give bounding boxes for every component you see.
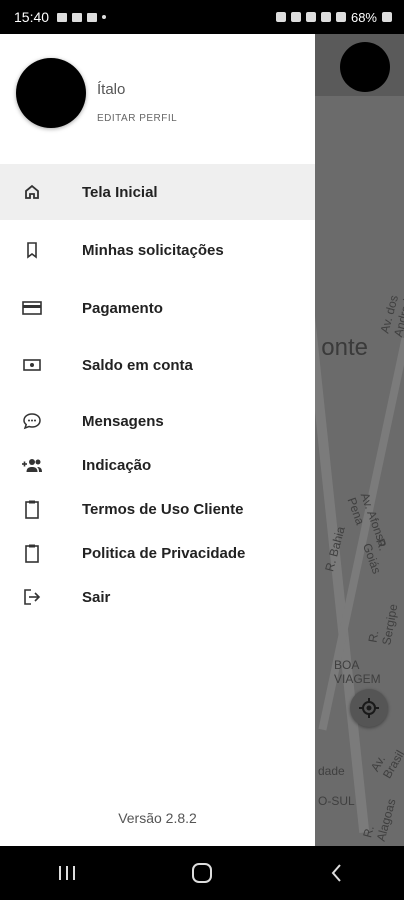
map-area-label: dade [318, 764, 345, 778]
add-people-icon [21, 454, 43, 476]
home-icon [21, 181, 43, 203]
money-icon [21, 354, 43, 376]
menu-item-label: Tela Inicial [82, 183, 158, 201]
menu-item-home[interactable]: Tela Inicial [0, 164, 315, 220]
location-icon [305, 12, 316, 22]
map-city-label: onte [321, 334, 368, 361]
map-street-label: Av. Brasil [367, 747, 404, 781]
home-button[interactable] [172, 853, 232, 893]
map-area-label: BOA VIAGEM [334, 658, 381, 686]
map-street-label: Av. dos Andradas [377, 285, 404, 339]
app-version: Versão 2.8.2 [118, 810, 197, 826]
my-location-button[interactable] [350, 689, 388, 727]
recent-apps-button[interactable] [37, 853, 97, 893]
menu-item-label: Politica de Privacidade [82, 544, 246, 562]
map-street-label: R. Sergipe [365, 602, 401, 647]
chat-bubble-icon [21, 410, 43, 432]
map-street-label: R. Bahia [322, 524, 348, 574]
wifi-icon [320, 12, 331, 22]
alarm-icon [275, 12, 286, 22]
map-area-label: O-SUL [318, 794, 355, 808]
back-chevron-icon [331, 864, 341, 882]
system-navigation-bar [0, 846, 404, 900]
map-avatar[interactable] [340, 42, 390, 92]
map-street-label: R. Goiás [359, 536, 391, 576]
menu-item-logout[interactable]: Sair [0, 569, 315, 625]
menu-item-label: Termos de Uso Cliente [82, 500, 244, 518]
menu-item-payment[interactable]: Pagamento [0, 280, 315, 336]
notification-icons [57, 12, 107, 22]
image-notification-icon [57, 12, 68, 22]
logout-icon [21, 586, 43, 608]
edit-profile-link[interactable]: EDITAR PERFIL [97, 113, 177, 124]
clipboard-icon [21, 542, 43, 564]
clipboard-icon [21, 498, 43, 520]
menu-item-label: Indicação [82, 456, 152, 474]
menu-item-requests[interactable]: Minhas solicitações [0, 222, 315, 278]
home-circle-icon [191, 863, 212, 883]
menu-item-label: Minhas solicitações [82, 241, 224, 259]
navigation-drawer: Ítalo EDITAR PERFIL Tela Inicial Minhas … [0, 34, 315, 846]
menu-item-label: Pagamento [82, 299, 163, 317]
status-bar: 15:40 68% [0, 0, 404, 34]
crosshair-icon [359, 698, 379, 718]
mute-icon [290, 12, 301, 22]
gmail-notification-icon [72, 12, 83, 22]
profile-header[interactable]: Ítalo EDITAR PERFIL [0, 34, 315, 152]
profile-name: Ítalo [97, 81, 126, 98]
system-icons: 68% [275, 9, 392, 25]
menu-item-label: Saldo em conta [82, 356, 193, 374]
status-time: 15:40 [14, 9, 50, 25]
cloud-notification-icon [87, 12, 98, 22]
battery-percent: 68% [350, 9, 377, 25]
profile-avatar[interactable] [16, 58, 86, 128]
map-street-label: R. Alagoas [360, 797, 399, 843]
more-notifications-dot-icon [102, 15, 107, 19]
credit-card-icon [21, 297, 43, 319]
back-button[interactable] [307, 853, 367, 893]
battery-icon [382, 12, 392, 22]
bookmark-icon [21, 239, 43, 261]
signal-icon [335, 12, 346, 22]
menu-item-label: Mensagens [82, 412, 164, 430]
menu-item-balance[interactable]: Saldo em conta [0, 337, 315, 393]
menu-item-label: Sair [82, 588, 111, 606]
recent-apps-icon [59, 866, 76, 880]
